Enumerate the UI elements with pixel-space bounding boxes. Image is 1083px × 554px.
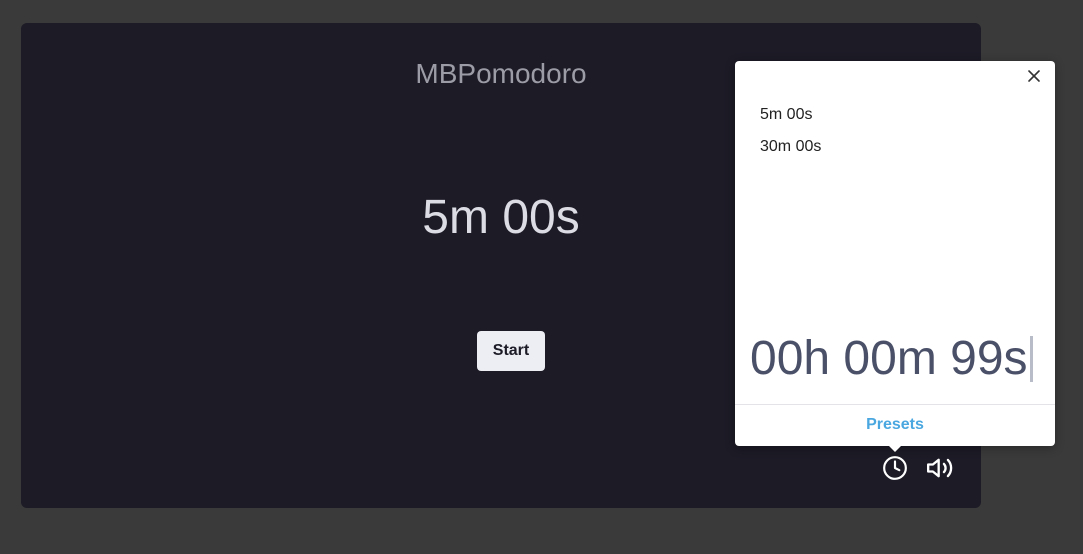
volume-icon [925, 454, 957, 482]
presets-tab[interactable]: Presets [735, 405, 1055, 445]
sound-toggle-button[interactable] [924, 451, 958, 485]
preset-list: 5m 00s 30m 00s [760, 99, 821, 163]
preset-item[interactable]: 30m 00s [760, 131, 821, 163]
time-input-field[interactable]: 00h 00m 99s [750, 331, 1050, 387]
timer-popover: 5m 00s 30m 00s 00h 00m 99s Presets [735, 61, 1055, 452]
close-icon [1027, 69, 1041, 88]
clock-icon [882, 455, 908, 481]
time-input-value: 00h 00m 99s [750, 332, 1028, 385]
text-caret [1029, 336, 1033, 382]
start-button[interactable]: Start [477, 331, 545, 371]
preset-item[interactable]: 5m 00s [760, 99, 821, 131]
popover-arrow [888, 445, 902, 452]
close-popover-button[interactable] [1025, 69, 1043, 87]
timer-presets-button[interactable] [878, 451, 912, 485]
